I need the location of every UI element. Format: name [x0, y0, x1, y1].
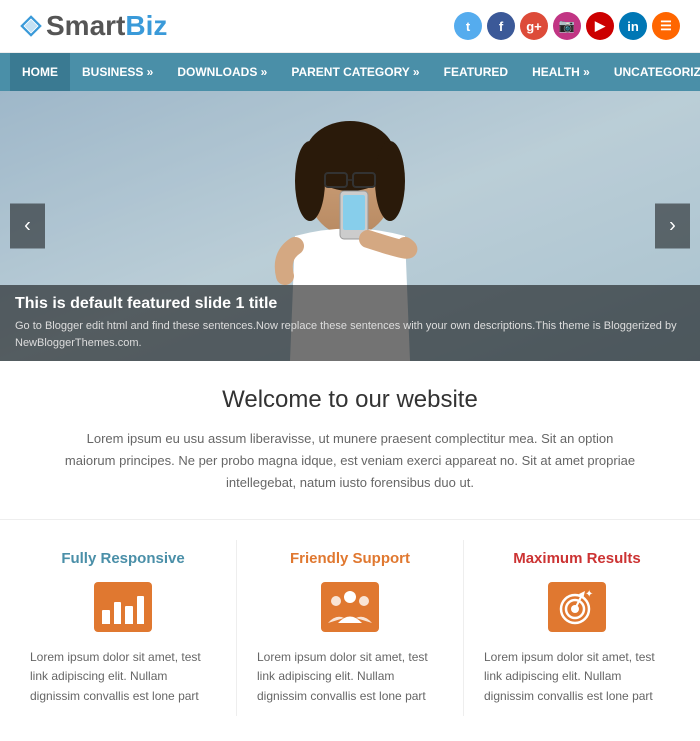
bar-2 — [114, 602, 122, 624]
feature-responsive-icon — [93, 579, 153, 634]
svg-text:✦: ✦ — [585, 589, 593, 600]
welcome-title: Welcome to our website — [60, 386, 640, 414]
feature-responsive: Fully Responsive Lorem ipsum dolor sit a… — [10, 540, 236, 716]
welcome-text: Lorem ipsum eu usu assum liberavisse, ut… — [60, 428, 640, 494]
logo-biz-text: Biz — [125, 10, 167, 42]
welcome-section: Welcome to our website Lorem ipsum eu us… — [0, 361, 700, 520]
logo-smart-text: Smart — [46, 10, 125, 42]
logo-diamond-icon — [20, 15, 42, 37]
nav-item-downloads[interactable]: DOWNLOADS » — [165, 53, 279, 91]
people-icon — [321, 582, 379, 632]
bar-4 — [137, 596, 145, 624]
feature-support-text: Lorem ipsum dolor sit amet, test link ad… — [257, 648, 443, 706]
rss-icon[interactable]: ☰ — [652, 12, 680, 40]
feature-results: Maximum Results ✦ Lorem ipsum dolor sit … — [463, 540, 690, 716]
feature-support: Friendly Support Lorem ipsum dolor sit a… — [236, 540, 463, 716]
features-section: Fully Responsive Lorem ipsum dolor sit a… — [0, 520, 700, 741]
feature-results-icon: ✦ — [547, 579, 607, 634]
logo: SmartBiz — [20, 10, 167, 42]
feature-support-icon — [320, 579, 380, 634]
nav-item-business[interactable]: BUSINESS » — [70, 53, 165, 91]
facebook-icon[interactable]: f — [487, 12, 515, 40]
nav-item-uncategorized[interactable]: UNCATEGORIZED — [602, 53, 700, 91]
slider-prev-button[interactable]: ‹ — [10, 204, 45, 249]
feature-results-title: Maximum Results — [484, 550, 670, 567]
slider-next-button[interactable]: › — [655, 204, 690, 249]
people-svg — [328, 588, 372, 626]
bar-chart-icon — [94, 582, 152, 632]
feature-support-title: Friendly Support — [257, 550, 443, 567]
nav-item-home[interactable]: HOME — [10, 53, 70, 91]
hero-slider: ‹ › This is default featured slide 1 tit… — [0, 91, 700, 361]
feature-responsive-text: Lorem ipsum dolor sit amet, test link ad… — [30, 648, 216, 706]
linkedin-icon[interactable]: in — [619, 12, 647, 40]
target-svg: ✦ — [555, 587, 599, 627]
nav-item-featured[interactable]: FEATURED — [432, 53, 520, 91]
social-icons-group: t f g+ 📷 ▶ in ☰ — [454, 12, 680, 40]
main-nav: HOME BUSINESS » DOWNLOADS » PARENT CATEG… — [0, 53, 700, 91]
feature-responsive-title: Fully Responsive — [30, 550, 216, 567]
nav-item-health[interactable]: HEALTH » — [520, 53, 602, 91]
bar-1 — [102, 610, 110, 624]
nav-item-parent-category[interactable]: PARENT CATEGORY » — [279, 53, 431, 91]
target-icon: ✦ — [548, 582, 606, 632]
youtube-icon[interactable]: ▶ — [586, 12, 614, 40]
googleplus-icon[interactable]: g+ — [520, 12, 548, 40]
bar-3 — [125, 606, 133, 624]
instagram-icon[interactable]: 📷 — [553, 12, 581, 40]
slider-description: Go to Blogger edit html and find these s… — [15, 318, 685, 351]
slider-overlay: This is default featured slide 1 title G… — [0, 285, 700, 361]
twitter-icon[interactable]: t — [454, 12, 482, 40]
header: SmartBiz t f g+ 📷 ▶ in ☰ — [0, 0, 700, 53]
slider-title: This is default featured slide 1 title — [15, 295, 685, 313]
feature-results-text: Lorem ipsum dolor sit amet, test link ad… — [484, 648, 670, 706]
